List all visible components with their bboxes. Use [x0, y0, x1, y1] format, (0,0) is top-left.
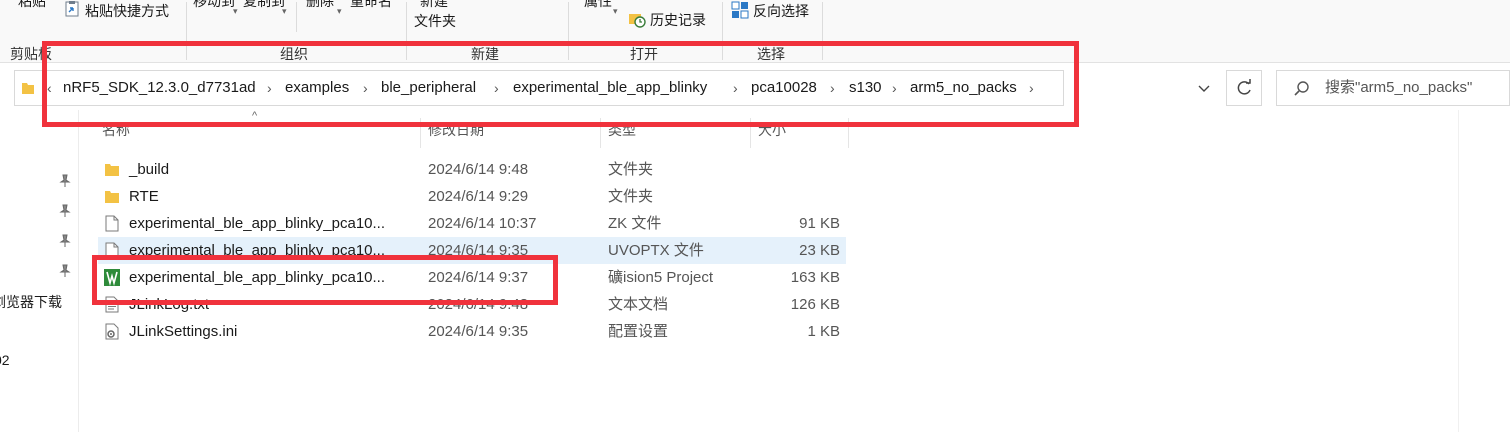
paste-shortcut-icon	[64, 1, 80, 17]
move-to-button[interactable]: 移动到	[193, 0, 235, 11]
annotation-box-address	[42, 41, 1079, 127]
file-icon	[104, 215, 120, 232]
refresh-icon	[1237, 79, 1251, 95]
file-size: 163 KB	[790, 269, 840, 286]
pane-divider	[1458, 110, 1459, 432]
move-to-dropdown-icon[interactable]: ▾	[233, 6, 238, 17]
properties-dropdown-icon[interactable]: ▾	[613, 6, 618, 17]
file-date: 2024/6/14 10:37	[428, 215, 537, 232]
file-row[interactable]: JLinkSettings.ini 2024/6/14 9:35 配置设置 1 …	[98, 318, 846, 345]
invert-selection-button[interactable]: 反向选择	[753, 1, 809, 21]
new-folder-button-line2[interactable]: 文件夹	[414, 11, 456, 31]
ribbon-divider	[296, 2, 297, 32]
search-box[interactable]: 搜索"arm5_no_packs"	[1276, 70, 1510, 106]
file-type: 文件夹	[608, 188, 654, 205]
properties-button[interactable]: 属性	[584, 0, 612, 11]
address-history-dropdown-icon[interactable]	[1196, 78, 1212, 98]
delete-button[interactable]: 删除	[306, 0, 334, 11]
file-name: _build	[129, 161, 170, 178]
file-row[interactable]: _build 2024/6/14 9:48 文件夹	[98, 156, 846, 183]
annotation-box-project-file	[92, 255, 558, 305]
history-icon	[628, 10, 646, 28]
nav-item[interactable]: 02	[0, 352, 10, 368]
file-size: 91 KB	[799, 215, 840, 232]
search-icon	[1293, 80, 1311, 98]
folder-icon	[21, 80, 35, 96]
file-type: 配置设置	[608, 323, 669, 340]
rename-button[interactable]: 重命名	[350, 0, 392, 11]
folder-icon	[104, 161, 120, 178]
pin-icon[interactable]	[58, 204, 72, 218]
pin-icon[interactable]	[58, 264, 72, 278]
navigation-pane: 浏览器下载 02	[0, 110, 79, 432]
file-type: ZK 文件	[608, 215, 662, 232]
folder-icon	[104, 188, 120, 205]
pin-icon[interactable]	[58, 234, 72, 248]
settings-file-icon	[104, 323, 120, 340]
refresh-button[interactable]	[1226, 70, 1262, 106]
file-name: experimental_ble_app_blinky_pca10...	[129, 215, 386, 232]
invert-selection-icon	[731, 1, 749, 19]
pin-icon[interactable]	[58, 174, 72, 188]
file-date: 2024/6/14 9:29	[428, 188, 529, 205]
file-row[interactable]: experimental_ble_app_blinky_pca10... 202…	[98, 210, 846, 237]
file-type: UVOPTX 文件	[608, 242, 704, 259]
paste-button[interactable]: 粘贴	[18, 0, 46, 11]
search-input[interactable]: 搜索"arm5_no_packs"	[1325, 71, 1472, 105]
paste-shortcut-button[interactable]: 粘贴快捷方式	[85, 1, 169, 21]
file-row[interactable]: RTE 2024/6/14 9:29 文件夹	[98, 183, 846, 210]
history-button[interactable]: 历史记录	[650, 10, 706, 30]
file-type: 文本文档	[608, 296, 669, 313]
copy-to-button[interactable]: 复制到	[243, 0, 285, 11]
file-date: 2024/6/14 9:35	[428, 323, 529, 340]
file-date: 2024/6/14 9:48	[428, 161, 529, 178]
file-name: RTE	[129, 188, 159, 205]
nav-item-downloads[interactable]: 浏览器下载	[0, 292, 62, 312]
file-size: 126 KB	[790, 296, 840, 313]
copy-to-dropdown-icon[interactable]: ▾	[282, 6, 287, 17]
new-folder-button-line1[interactable]: 新建	[420, 0, 448, 11]
file-size: 23 KB	[799, 242, 840, 259]
file-type: 礦ision5 Project	[608, 269, 714, 286]
delete-dropdown-icon[interactable]: ▾	[337, 6, 342, 17]
file-name: JLinkSettings.ini	[129, 323, 238, 340]
file-type: 文件夹	[608, 161, 654, 178]
file-size: 1 KB	[807, 323, 840, 340]
